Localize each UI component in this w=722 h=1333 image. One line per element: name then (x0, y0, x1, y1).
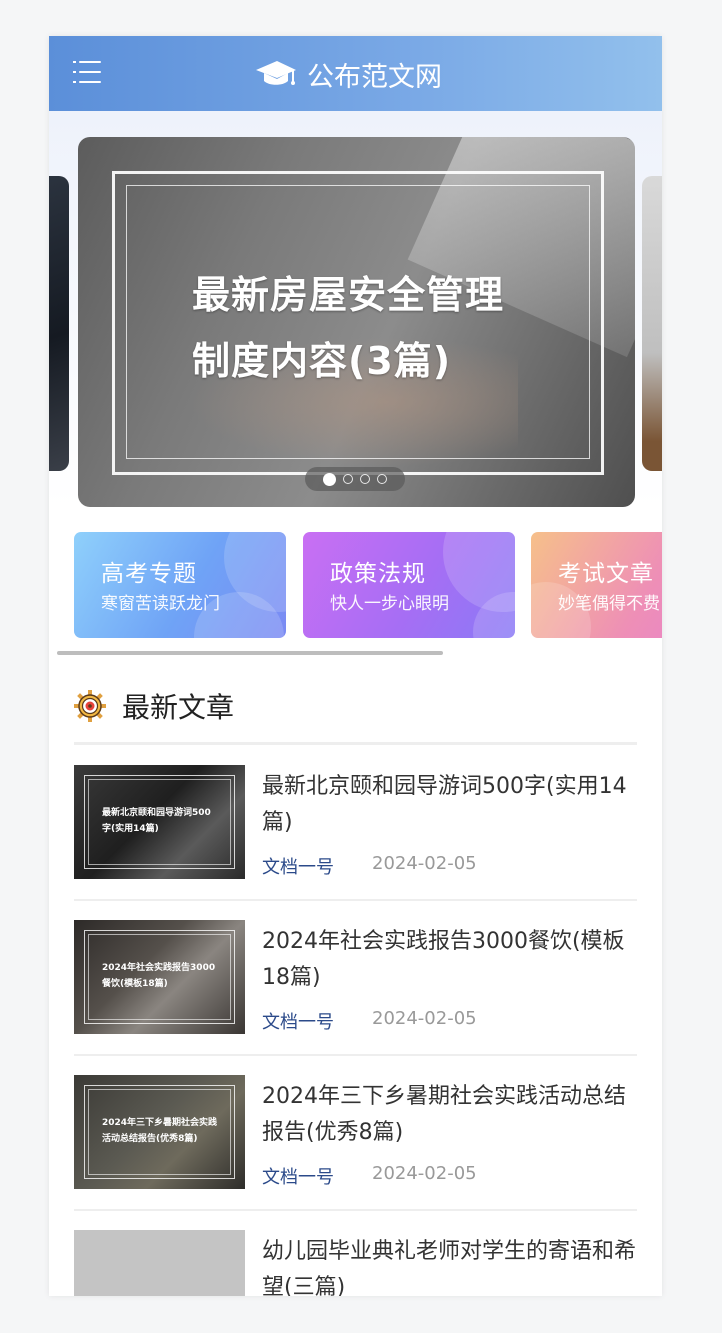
top-header: 公布范文网 (49, 36, 662, 111)
site-title: 公布范文网 (307, 61, 442, 93)
category-cards: 高考专题 寒窗苦读跃龙门 政策法规 快人一步心眼明 考试文章 妙笔偶得不费 (74, 532, 662, 638)
article-title[interactable]: 2024年社会实践报告3000餐饮(模板18篇) (262, 924, 638, 996)
category-subtitle: 妙笔偶得不费 (558, 594, 660, 614)
article-item[interactable]: 最新北京颐和园导游词500字(实用14篇) 最新北京颐和园导游词500字(实用1… (74, 765, 637, 920)
category-subtitle: 寒窗苦读跃龙门 (101, 594, 220, 614)
banner-carousel[interactable]: 最新房屋安全管理 制度内容(3篇) (49, 111, 662, 508)
category-card-gaokao[interactable]: 高考专题 寒窗苦读跃龙门 (74, 532, 286, 638)
menu-icon[interactable] (73, 59, 103, 87)
article-title[interactable]: 2024年三下乡暑期社会实践活动总结报告(优秀8篇) (262, 1079, 638, 1151)
article-item[interactable]: 2024年社会实践报告3000餐饮(模板18篇) 2024年社会实践报告3000… (74, 920, 637, 1075)
article-thumbnail[interactable]: 2024年社会实践报告3000餐饮(模板18篇) (74, 920, 245, 1034)
carousel-dot[interactable] (323, 472, 336, 486)
category-card-exam[interactable]: 考试文章 妙笔偶得不费 (531, 532, 662, 638)
latest-header: 最新文章 (74, 686, 234, 726)
divider (74, 1054, 637, 1056)
latest-articles-title: 最新文章 (122, 691, 235, 724)
carousel-dot[interactable] (360, 474, 370, 484)
carousel-dot[interactable] (343, 474, 353, 484)
article-date: 2024-02-05 (372, 1008, 477, 1029)
article-thumbnail[interactable]: 最新北京颐和园导游词500字(实用14篇) (74, 765, 245, 879)
category-subtitle: 快人一步心眼明 (330, 594, 449, 614)
article-title[interactable]: 幼儿园毕业典礼老师对学生的寄语和希望(三篇) (262, 1234, 638, 1296)
article-item[interactable]: 幼儿园毕业典礼老师对学生的寄语和希望(三篇) (74, 1230, 637, 1296)
article-thumbnail[interactable] (74, 1230, 245, 1296)
target-icon (74, 690, 106, 722)
category-card-policy[interactable]: 政策法规 快人一步心眼明 (303, 532, 515, 638)
site-logo[interactable]: 公布范文网 (255, 54, 442, 94)
app-screen: 公布范文网 最新房屋安全管理 制度内容(3篇) 高考专题 寒窗苦读跃龙门 政策法… (49, 36, 662, 1296)
carousel-pagination (305, 467, 405, 491)
article-date: 2024-02-05 (372, 853, 477, 874)
article-title[interactable]: 最新北京颐和园导游词500字(实用14篇) (262, 769, 638, 841)
graduation-cap-icon (256, 61, 296, 85)
category-scrollbar[interactable] (57, 651, 443, 655)
slide-title: 最新房屋安全管理 制度内容(3篇) (192, 262, 552, 394)
divider (74, 899, 637, 901)
thumbnail-caption: 2024年社会实践报告3000餐饮(模板18篇) (102, 963, 216, 989)
article-item[interactable]: 2024年三下乡暑期社会实践活动总结报告(优秀8篇) 2024年三下乡暑期社会实… (74, 1075, 637, 1230)
carousel-next-slide[interactable] (642, 176, 662, 471)
carousel-dot[interactable] (377, 474, 387, 484)
slide-title-line-2: 制度内容(3篇) (192, 339, 452, 383)
article-author[interactable]: 文档一号 (262, 1008, 334, 1034)
category-title: 政策法规 (330, 561, 426, 587)
divider (74, 1209, 637, 1211)
article-author[interactable]: 文档一号 (262, 853, 334, 879)
thumbnail-caption: 最新北京颐和园导游词500字(实用14篇) (102, 808, 211, 834)
slide-title-line-1: 最新房屋安全管理 (192, 273, 505, 317)
thumbnail-caption: 2024年三下乡暑期社会实践活动总结报告(优秀8篇) (102, 1118, 218, 1144)
category-title: 考试文章 (558, 561, 654, 587)
article-author[interactable]: 文档一号 (262, 1163, 334, 1189)
divider (74, 742, 637, 745)
article-date: 2024-02-05 (372, 1163, 477, 1184)
carousel-active-slide[interactable]: 最新房屋安全管理 制度内容(3篇) (78, 137, 635, 507)
article-thumbnail[interactable]: 2024年三下乡暑期社会实践活动总结报告(优秀8篇) (74, 1075, 245, 1189)
category-title: 高考专题 (101, 561, 197, 587)
carousel-prev-slide[interactable] (49, 176, 69, 471)
